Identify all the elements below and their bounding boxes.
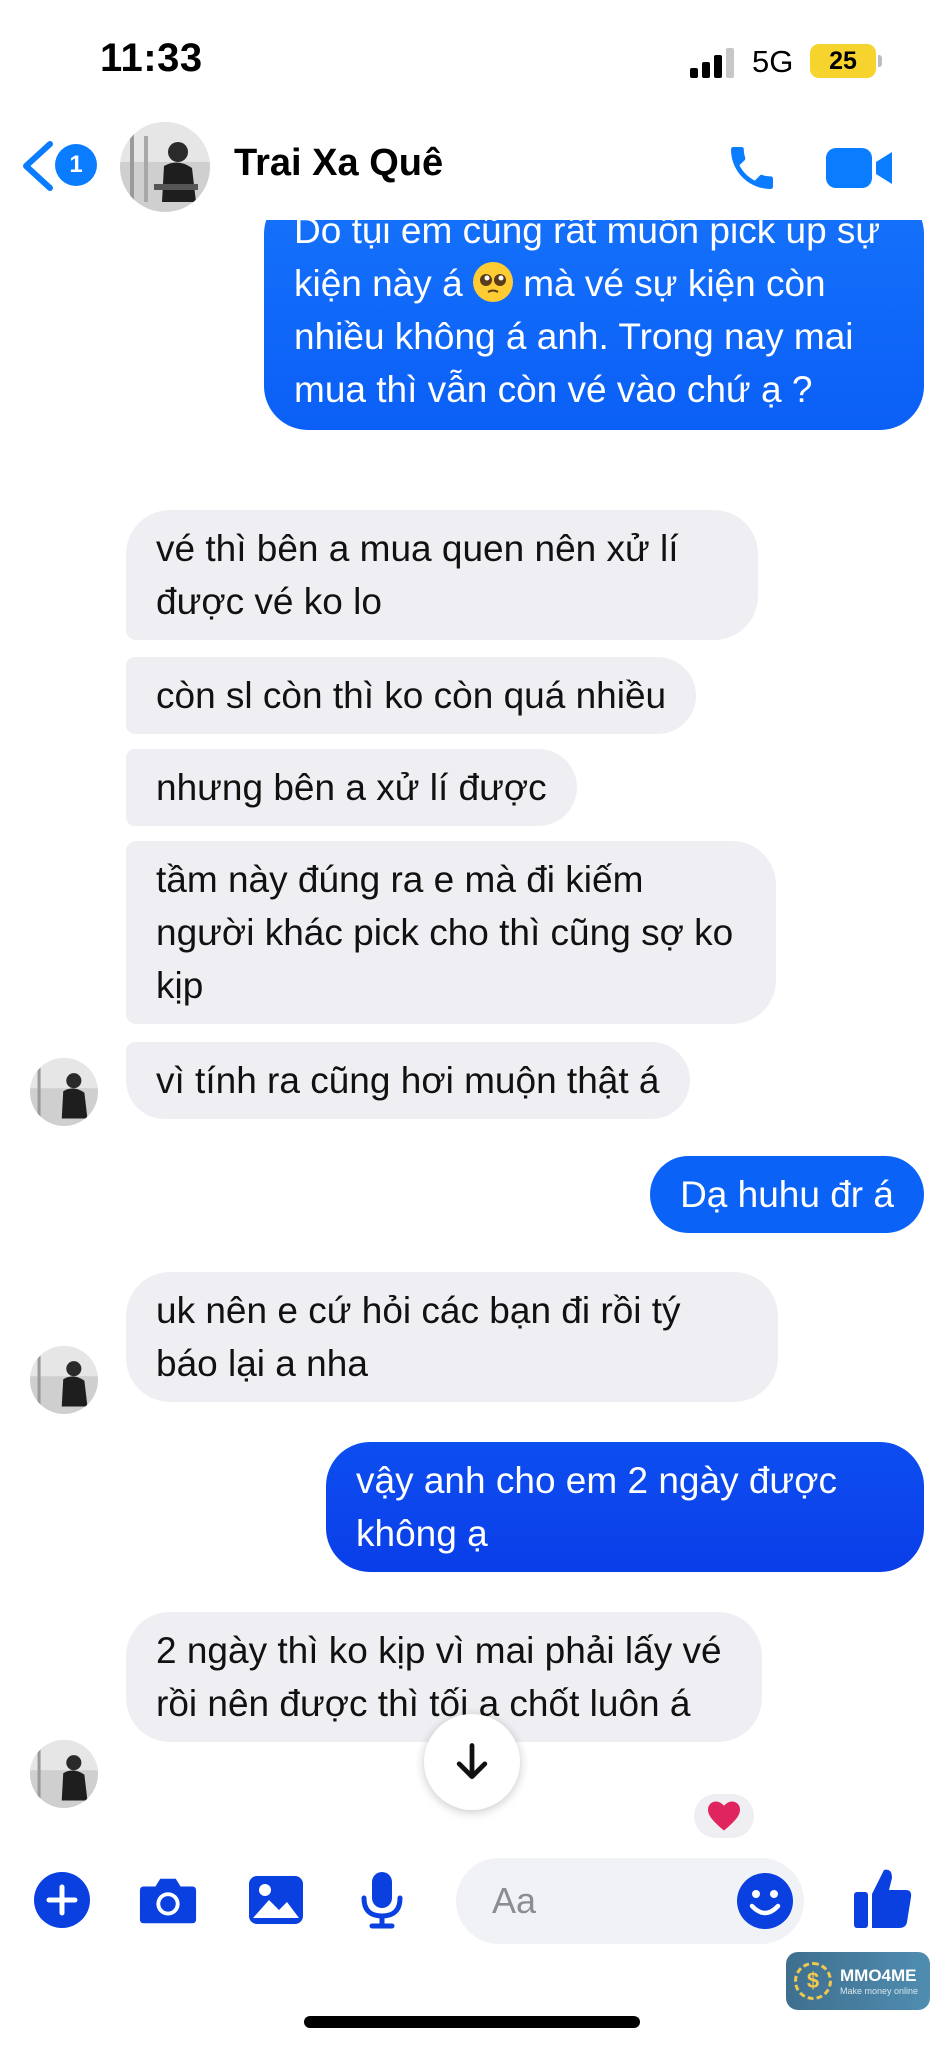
- camera-icon: [139, 1878, 197, 1924]
- contact-avatar-small[interactable]: [30, 1346, 98, 1414]
- message-outgoing[interactable]: vậy anh cho em 2 ngày được không ạ: [326, 1442, 924, 1572]
- message-input-placeholder: Aa: [492, 1880, 537, 1921]
- video-call-icon[interactable]: [826, 146, 894, 190]
- signal-icon: [690, 48, 736, 78]
- voice-button[interactable]: [352, 1870, 412, 1930]
- watermark-tagline: Make money online: [840, 1985, 919, 1996]
- pleading-face-icon: [472, 262, 513, 302]
- message-outgoing[interactable]: Do tụi em cũng rất muốn pick up sự kiện …: [264, 220, 924, 430]
- contact-name[interactable]: Trai Xa Quê: [234, 142, 443, 185]
- message-incoming[interactable]: vé thì bên a mua quen nên xử lí được vé …: [126, 510, 758, 640]
- message-text: nhưng bên a xử lí được: [156, 767, 547, 808]
- watermark-logo: $ MMO4ME Make money online: [786, 1952, 930, 2010]
- watermark-brand: MMO4ME: [840, 1965, 917, 1985]
- message-outgoing[interactable]: Dạ huhu đr á: [650, 1156, 924, 1233]
- back-chevron-icon[interactable]: [20, 140, 54, 192]
- conversation[interactable]: Do tụi em cũng rất muốn pick up sự kiện …: [0, 220, 946, 1830]
- message-text: Dạ huhu đr á: [680, 1174, 894, 1215]
- gallery-button[interactable]: [246, 1870, 306, 1930]
- microphone-icon: [361, 1872, 403, 1929]
- thumbs-up-icon[interactable]: [852, 1866, 914, 1930]
- message-incoming[interactable]: vì tính ra cũng hơi muộn thật á: [126, 1042, 690, 1119]
- battery-indicator: 25: [810, 44, 882, 78]
- contact-avatar-small[interactable]: [30, 1740, 98, 1808]
- message-text: vì tính ra cũng hơi muộn thật á: [156, 1060, 660, 1101]
- plus-icon: [34, 1872, 90, 1928]
- arrow-down-icon: [456, 1743, 488, 1780]
- network-label: 5G: [752, 44, 794, 79]
- message-text: còn sl còn thì ko còn quá nhiều: [156, 675, 667, 716]
- heart-reaction-icon[interactable]: [690, 1790, 758, 1842]
- message-incoming[interactable]: còn sl còn thì ko còn quá nhiều: [126, 657, 697, 734]
- message-text: uk nên e cứ hỏi các bạn đi rồi tý báo lạ…: [156, 1290, 681, 1384]
- scroll-to-bottom-button[interactable]: [424, 1714, 520, 1810]
- camera-button[interactable]: [138, 1870, 198, 1930]
- contact-avatar-small[interactable]: [30, 1058, 98, 1126]
- message-incoming[interactable]: nhưng bên a xử lí được: [126, 749, 577, 826]
- contact-avatar[interactable]: [120, 122, 210, 212]
- add-button[interactable]: [32, 1870, 92, 1930]
- image-icon: [249, 1876, 303, 1924]
- watermark-text: MMO4ME Make money online: [840, 1966, 918, 1997]
- message-incoming[interactable]: tầm này đúng ra e mà đi kiếm người khác …: [126, 841, 776, 1024]
- unread-badge[interactable]: 1: [55, 144, 97, 186]
- message-text: vé thì bên a mua quen nên xử lí được vé …: [156, 528, 679, 622]
- message-text: vậy anh cho em 2 ngày được không ạ: [356, 1460, 837, 1554]
- message-text: tầm này đúng ra e mà đi kiếm người khác …: [156, 859, 734, 1006]
- home-indicator: [304, 2016, 640, 2028]
- message-text: 2 ngày thì ko kịp vì mai phải lấy vé rồi…: [156, 1630, 722, 1724]
- dollar-coin-icon: $: [794, 1962, 832, 2000]
- message-incoming[interactable]: uk nên e cứ hỏi các bạn đi rồi tý báo lạ…: [126, 1272, 778, 1402]
- emoji-icon[interactable]: [736, 1872, 794, 1930]
- phone-call-icon[interactable]: [724, 140, 780, 196]
- status-time: 11:33: [100, 36, 203, 80]
